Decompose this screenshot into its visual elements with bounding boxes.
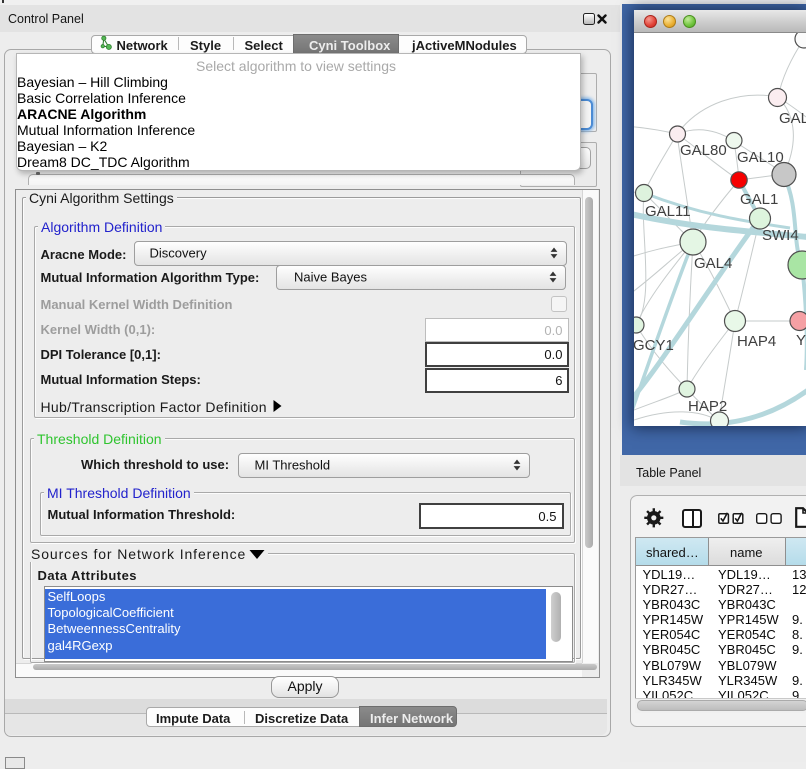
svg-text:GAL: GAL <box>779 110 806 127</box>
svg-text:SWI4: SWI4 <box>762 227 799 244</box>
svg-text:GAL10: GAL10 <box>737 149 784 166</box>
svg-text:HAP4: HAP4 <box>737 333 776 350</box>
svg-text:Y: Y <box>796 332 806 349</box>
svg-text:HAP2: HAP2 <box>688 398 727 415</box>
svg-text:GCY1: GCY1 <box>634 337 674 354</box>
svg-text:GAL1: GAL1 <box>740 191 778 208</box>
svg-text:GAL11: GAL11 <box>645 203 691 220</box>
svg-text:GAL80: GAL80 <box>680 142 727 159</box>
svg-text:GAL4: GAL4 <box>694 255 732 272</box>
